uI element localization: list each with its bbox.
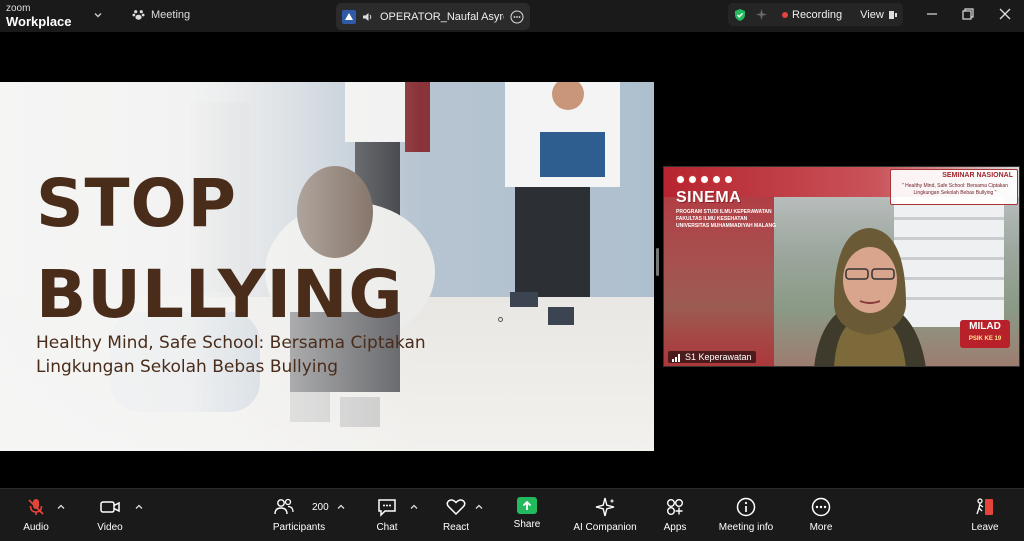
participants-options-caret-icon[interactable]	[336, 502, 346, 512]
more-label: More	[809, 522, 833, 533]
recording-indicator	[782, 11, 788, 18]
slide-subtitle-line2: Lingkungan Sekolah Bebas Bullying	[36, 356, 339, 377]
share-label: Share	[513, 519, 541, 530]
restore-icon[interactable]	[961, 7, 975, 21]
chat-bubble-icon	[378, 499, 396, 517]
view-label: View	[860, 8, 884, 21]
brand-line1: zoom	[6, 3, 31, 14]
leave-label: Leave	[971, 522, 999, 533]
milad-title: MILAD	[969, 321, 1001, 332]
chevron-down-icon[interactable]	[92, 9, 104, 21]
video-options-caret-icon[interactable]	[134, 502, 144, 512]
leave-button[interactable]: Leave	[945, 497, 1024, 533]
more-options-icon[interactable]	[510, 10, 524, 24]
seminar-banner: SEMINAR NASIONAL " Healthy Mind, Safe Sc…	[890, 169, 1018, 205]
meeting-status-bar: Recording View	[728, 3, 903, 26]
org-line2: FAKULTAS ILMU KESEHATAN	[676, 216, 748, 222]
meeting-info-button[interactable]: Meeting info	[706, 497, 786, 533]
seminar-line2: Lingkungan Sekolah Bebas Bullying "	[913, 190, 997, 196]
participant-name: S1 Keperawatan	[685, 352, 752, 362]
sparkle-icon	[595, 497, 615, 517]
more-dots-icon	[811, 497, 831, 517]
react-button[interactable]: React	[416, 497, 496, 533]
sponsor-logos	[676, 175, 733, 184]
shared-screen-slide[interactable]: STOP BULLYING Healthy Mind, Safe School:…	[0, 82, 654, 451]
milad-badge: MILAD PSIK KE 19	[960, 320, 1010, 348]
signal-bars-icon	[672, 353, 680, 362]
milad-subtitle: PSIK KE 19	[968, 336, 1002, 342]
org-line1: PROGRAM STUDI ILMU KEPERAWATAN	[676, 209, 772, 215]
participant-person	[814, 228, 926, 366]
active-speaker-name: OPERATOR_Naufal Asyrof AL	[380, 10, 504, 23]
participants-count: 200	[312, 502, 329, 513]
slide-subtitle: Healthy Mind, Safe School: Bersama Cipta…	[36, 332, 426, 380]
chat-label: Chat	[376, 522, 398, 533]
recording-label[interactable]: Recording	[792, 9, 842, 21]
ai-companion-label: AI Companion	[573, 522, 637, 533]
exit-door-icon	[976, 498, 993, 515]
speaker-avatar-icon	[342, 9, 356, 24]
share-screen-icon	[517, 497, 537, 514]
slide-title-line1: STOP	[36, 165, 238, 242]
slide-subtitle-line1: Healthy Mind, Safe School: Bersama Cipta…	[36, 333, 426, 353]
view-layout-icon	[888, 10, 897, 19]
meeting-info-label: Meeting info	[718, 522, 774, 533]
split-view-handle[interactable]	[656, 248, 659, 276]
minimize-icon[interactable]	[925, 7, 939, 21]
title-bar: zoom Workplace Meeting OPERATOR_Naufal A…	[0, 0, 1024, 32]
react-label: React	[442, 522, 470, 533]
mouse-cursor	[498, 317, 503, 322]
seminar-title: SEMINAR NASIONAL	[942, 172, 1013, 179]
ai-companion-button[interactable]: AI Companion	[565, 497, 645, 533]
paw-icon	[132, 10, 145, 20]
info-icon	[736, 497, 756, 517]
apps-label: Apps	[663, 522, 687, 533]
meeting-toolbar: Audio Video Participants 200 Chat React	[0, 488, 1024, 541]
participants-label: Participants	[272, 522, 326, 533]
sparkle-icon[interactable]	[755, 8, 768, 21]
close-icon[interactable]	[998, 7, 1012, 21]
participant-name-label: S1 Keperawatan	[668, 351, 756, 363]
slide-title: STOP BULLYING	[36, 158, 404, 340]
event-name: SINEMA	[676, 189, 742, 206]
react-options-caret-icon[interactable]	[474, 502, 484, 512]
brand-line2: Workplace	[6, 14, 72, 29]
video-camera-icon	[100, 501, 120, 513]
apps-button[interactable]: Apps	[635, 497, 715, 533]
apps-icon	[667, 499, 683, 515]
share-button[interactable]: Share	[487, 497, 567, 530]
app-logo: zoom Workplace	[6, 3, 72, 29]
meeting-tab[interactable]: Meeting	[132, 8, 190, 21]
more-button[interactable]: More	[781, 497, 861, 533]
org-line3: UNIVERSITAS MUHAMMADIYAH MALANG	[676, 223, 776, 229]
video-label: Video	[97, 522, 123, 533]
people-icon	[274, 498, 294, 515]
participant-video-tile[interactable]: SINEMA PROGRAM STUDI ILMU KEPERAWATAN FA…	[663, 166, 1020, 367]
microphone-muted-icon	[28, 499, 44, 515]
audio-options-caret-icon[interactable]	[56, 502, 66, 512]
active-speaker-indicator[interactable]: OPERATOR_Naufal Asyrof AL	[336, 3, 530, 30]
seminar-line1: " Healthy Mind, Safe School: Bersama Cip…	[902, 183, 1008, 189]
security-shield-icon[interactable]	[733, 8, 747, 22]
meeting-tab-label: Meeting	[151, 8, 191, 21]
audio-label: Audio	[23, 522, 49, 533]
view-button[interactable]: View	[860, 9, 898, 21]
speaker-volume-icon	[363, 12, 372, 21]
slide-title-line2: BULLYING	[36, 256, 404, 334]
heart-icon	[446, 499, 466, 516]
